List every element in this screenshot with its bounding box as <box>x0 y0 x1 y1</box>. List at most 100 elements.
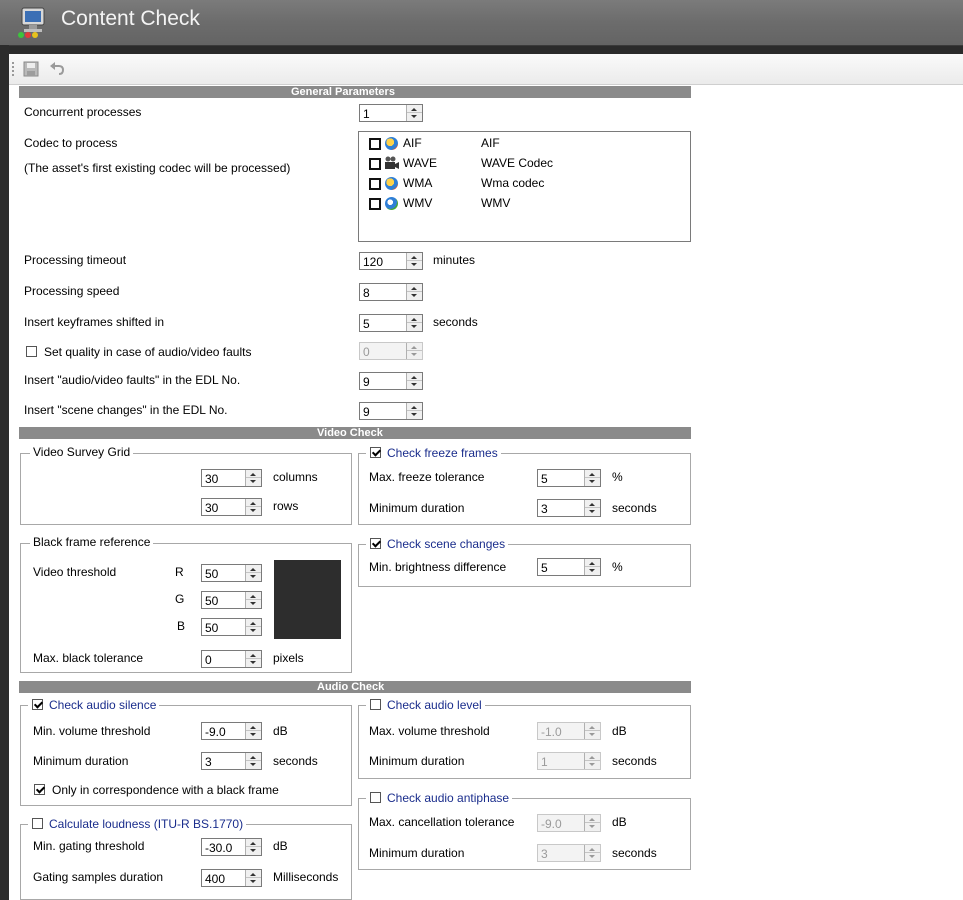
blue-threshold-spinner[interactable]: 50 <box>201 618 262 636</box>
loudness-title[interactable]: Calculate loudness (ITU-R BS.1770) <box>28 817 247 831</box>
gating-threshold-spinner[interactable]: -30.0 <box>201 838 262 856</box>
audio-silence-label[interactable]: Check audio silence <box>49 698 156 712</box>
spinner-down-icon[interactable] <box>250 661 256 664</box>
freeze-frames-title[interactable]: Check freeze frames <box>366 446 501 460</box>
scene-changes-label[interactable]: Check scene changes <box>387 537 505 551</box>
processing-timeout-spinner[interactable]: 120 <box>359 252 423 270</box>
spinner-down-icon[interactable] <box>411 383 417 386</box>
spinner-buttons[interactable] <box>245 651 261 667</box>
faults-edl-value[interactable]: 9 <box>363 375 370 389</box>
spinner-buttons[interactable] <box>245 592 261 608</box>
spinner-buttons[interactable] <box>584 559 600 575</box>
spinner-down-icon[interactable] <box>250 575 256 578</box>
spinner-buttons[interactable] <box>406 403 422 419</box>
audio-level-label[interactable]: Check audio level <box>387 698 482 712</box>
audio-antiphase-title[interactable]: Check audio antiphase <box>366 791 513 805</box>
spinner-buttons[interactable] <box>245 870 261 886</box>
spinner-down-icon[interactable] <box>250 602 256 605</box>
level-duration-spinner[interactable]: 1 <box>537 752 601 770</box>
scene-edl-value[interactable]: 9 <box>363 405 370 419</box>
spinner-up-icon[interactable] <box>250 595 256 598</box>
toolbar-grip[interactable] <box>12 62 16 76</box>
black-tolerance-value[interactable]: 0 <box>205 653 212 667</box>
spinner-buttons[interactable] <box>245 499 261 515</box>
insert-keyframes-value[interactable]: 5 <box>363 317 370 331</box>
codec-wmv-checkbox[interactable] <box>369 198 381 210</box>
codec-item-wma[interactable]: WMA Wma codec <box>369 176 679 192</box>
freeze-duration-spinner[interactable]: 3 <box>537 499 601 517</box>
audio-level-title[interactable]: Check audio level <box>366 698 485 712</box>
spinner-buttons[interactable] <box>406 315 422 331</box>
spinner-up-icon[interactable] <box>250 622 256 625</box>
spinner-up-icon[interactable] <box>250 842 256 845</box>
gating-samples-value[interactable]: 400 <box>205 872 225 886</box>
grid-rows-value[interactable]: 30 <box>205 501 218 515</box>
spinner-down-icon[interactable] <box>250 733 256 736</box>
spinner-down-icon[interactable] <box>250 763 256 766</box>
spinner-down-icon[interactable] <box>250 509 256 512</box>
freeze-frames-label[interactable]: Check freeze frames <box>387 446 498 460</box>
concurrent-processes-value[interactable]: 1 <box>363 107 370 121</box>
audio-silence-title[interactable]: Check audio silence <box>28 698 160 712</box>
loudness-label[interactable]: Calculate loudness (ITU-R BS.1770) <box>49 817 243 831</box>
spinner-up-icon[interactable] <box>589 503 595 506</box>
silence-duration-spinner[interactable]: 3 <box>201 752 262 770</box>
spinner-buttons[interactable] <box>406 284 422 300</box>
scene-edl-spinner[interactable]: 9 <box>359 402 423 420</box>
spinner-buttons[interactable] <box>406 373 422 389</box>
brightness-difference-spinner[interactable]: 5 <box>537 558 601 576</box>
spinner-up-icon[interactable] <box>589 473 595 476</box>
level-volume-spinner[interactable]: -1.0 <box>537 722 601 740</box>
spinner-down-icon[interactable] <box>411 294 417 297</box>
scene-changes-title[interactable]: Check scene changes <box>366 537 509 551</box>
codec-aif-checkbox[interactable] <box>369 138 381 150</box>
green-threshold-spinner[interactable]: 50 <box>201 591 262 609</box>
spinner-up-icon[interactable] <box>250 654 256 657</box>
save-icon[interactable] <box>23 61 39 77</box>
faults-edl-spinner[interactable]: 9 <box>359 372 423 390</box>
codec-wave-checkbox[interactable] <box>369 158 381 170</box>
scene-changes-checkbox[interactable] <box>370 538 381 549</box>
spinner-up-icon[interactable] <box>589 562 595 565</box>
spinner-up-icon[interactable] <box>411 108 417 111</box>
spinner-up-icon[interactable] <box>250 568 256 571</box>
blue-threshold-value[interactable]: 50 <box>205 621 218 635</box>
spinner-buttons[interactable] <box>245 723 261 739</box>
brightness-difference-value[interactable]: 5 <box>541 561 548 575</box>
spinner-buttons[interactable] <box>245 753 261 769</box>
spinner-down-icon[interactable] <box>589 569 595 572</box>
spinner-down-icon[interactable] <box>411 325 417 328</box>
spinner-down-icon[interactable] <box>589 480 595 483</box>
concurrent-processes-spinner[interactable]: 1 <box>359 104 423 122</box>
antiphase-duration-spinner[interactable]: 3 <box>537 844 601 862</box>
processing-speed-value[interactable]: 8 <box>363 286 370 300</box>
spinner-up-icon[interactable] <box>250 502 256 505</box>
spinner-up-icon[interactable] <box>411 287 417 290</box>
spinner-buttons[interactable] <box>245 839 261 855</box>
loudness-checkbox[interactable] <box>32 818 43 829</box>
spinner-down-icon[interactable] <box>411 413 417 416</box>
audio-level-checkbox[interactable] <box>370 699 381 710</box>
codec-item-wave[interactable]: WAVE WAVE Codec <box>369 156 679 172</box>
codec-item-wmv[interactable]: WMV WMV <box>369 196 679 212</box>
spinner-down-icon[interactable] <box>589 510 595 513</box>
grid-columns-spinner[interactable]: 30 <box>201 469 262 487</box>
spinner-down-icon[interactable] <box>250 849 256 852</box>
spinner-up-icon[interactable] <box>250 726 256 729</box>
codec-list[interactable]: AIF AIF WAVE WAVE Codec WMA Wma codec WM… <box>358 131 691 242</box>
silence-volume-spinner[interactable]: -9.0 <box>201 722 262 740</box>
spinner-buttons[interactable] <box>245 565 261 581</box>
spinner-up-icon[interactable] <box>250 756 256 759</box>
spinner-buttons[interactable] <box>584 470 600 486</box>
set-quality-checkbox[interactable] <box>26 346 37 357</box>
spinner-down-icon[interactable] <box>250 880 256 883</box>
codec-wma-checkbox[interactable] <box>369 178 381 190</box>
spinner-down-icon[interactable] <box>250 480 256 483</box>
set-quality-spinner[interactable]: 0 <box>359 342 423 360</box>
cancellation-tolerance-spinner[interactable]: -9.0 <box>537 814 601 832</box>
silence-volume-value[interactable]: -9.0 <box>205 725 226 739</box>
codec-item-aif[interactable]: AIF AIF <box>369 136 679 152</box>
green-threshold-value[interactable]: 50 <box>205 594 218 608</box>
spinner-down-icon[interactable] <box>411 115 417 118</box>
processing-timeout-value[interactable]: 120 <box>363 255 383 269</box>
